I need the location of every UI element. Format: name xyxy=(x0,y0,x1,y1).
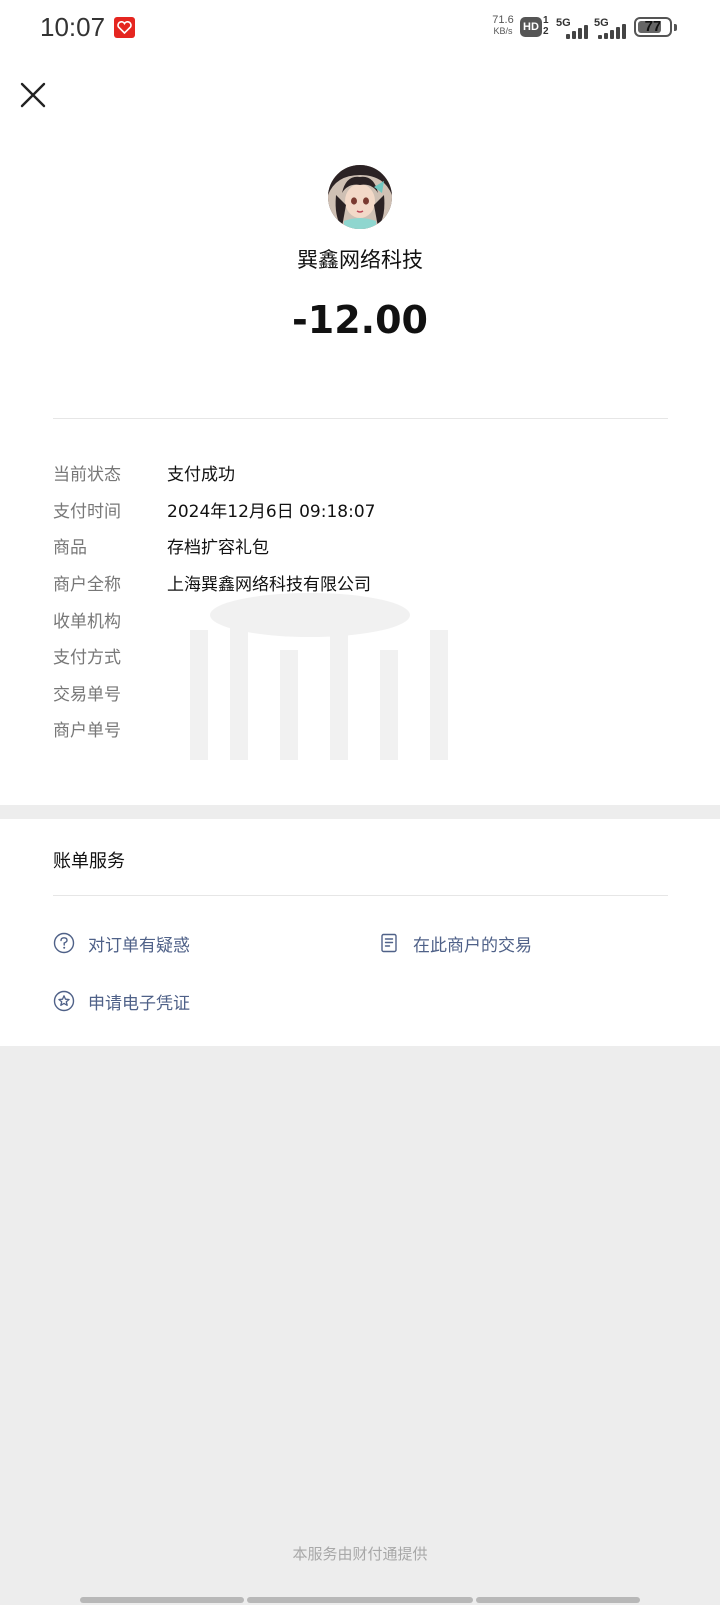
provider-footer: 本服务由财付通提供 xyxy=(292,1545,428,1563)
nav-gesture-bar-right[interactable] xyxy=(476,1597,640,1603)
document-icon xyxy=(381,933,397,953)
detail-value: 存档扩容礼包 xyxy=(167,538,269,558)
detail-value: 2024年12月6日 09:18:07 xyxy=(167,502,376,522)
sim-slot-indicator: 1 2 xyxy=(543,15,549,37)
order-question-label: 对订单有疑惑 xyxy=(88,936,190,956)
watermark-image xyxy=(190,593,448,760)
battery-level: 77 xyxy=(644,18,662,35)
close-button[interactable] xyxy=(16,78,50,112)
battery-tip xyxy=(674,24,677,31)
merchant-name: 巽鑫网络科技 xyxy=(297,248,423,272)
network-speed-unit: KB/s xyxy=(493,26,513,36)
detail-value: 上海巽鑫网络科技有限公司 xyxy=(167,575,371,595)
signal-icon-2: 5G xyxy=(594,17,626,39)
detail-key: 商户单号 xyxy=(53,721,121,741)
sim-slot-top: 1 xyxy=(543,15,549,26)
divider xyxy=(53,418,668,419)
merchant-transactions-label: 在此商户的交易 xyxy=(413,936,532,956)
merchant-transactions-link[interactable]: 在此商户的交易 xyxy=(378,929,578,957)
merchant-avatar xyxy=(328,165,392,229)
detail-key: 当前状态 xyxy=(53,465,121,485)
question-circle-icon xyxy=(53,932,75,954)
detail-key: 商户全称 xyxy=(53,575,121,595)
status-bar: 10:07 71.6 KB/s HD 1 2 5G 5G 77 xyxy=(0,0,720,56)
status-time: 10:07 xyxy=(40,12,106,42)
detail-key: 支付方式 xyxy=(53,648,121,668)
close-icon xyxy=(20,82,46,108)
e-voucher-label: 申请电子凭证 xyxy=(88,994,190,1014)
order-question-link[interactable]: 对订单有疑惑 xyxy=(53,929,253,957)
payment-amount: -12.00 xyxy=(292,298,428,342)
nav-gesture-bar-center[interactable] xyxy=(247,1597,473,1603)
nav-gesture-bar-left[interactable] xyxy=(80,1597,244,1603)
detail-key: 支付时间 xyxy=(53,502,121,522)
network-speed-value: 71.6 xyxy=(492,14,514,26)
sim-slot-bottom: 2 xyxy=(543,26,549,37)
divider xyxy=(53,895,668,896)
avatar-anime-girl-icon xyxy=(328,165,392,229)
e-voucher-link[interactable]: 申请电子凭证 xyxy=(53,987,253,1015)
hd-voice-icon: HD xyxy=(520,17,542,37)
bill-services-section: 账单服务 对订单有疑惑 在此商户的交易 申请电子凭证 xyxy=(0,819,720,1046)
star-badge-icon xyxy=(53,990,75,1012)
battery-icon: 77 xyxy=(634,17,672,37)
signal-1-label: 5G xyxy=(556,17,571,29)
detail-key: 商品 xyxy=(53,538,87,558)
signal-icon-1: 5G xyxy=(556,17,588,39)
bill-services-title: 账单服务 xyxy=(53,851,125,872)
notification-app-icon xyxy=(114,17,135,38)
detail-key: 收单机构 xyxy=(53,612,121,632)
network-speed: 71.6 KB/s xyxy=(488,15,518,37)
signal-2-label: 5G xyxy=(594,17,609,29)
detail-key: 交易单号 xyxy=(53,685,121,705)
detail-value: 支付成功 xyxy=(167,465,235,485)
